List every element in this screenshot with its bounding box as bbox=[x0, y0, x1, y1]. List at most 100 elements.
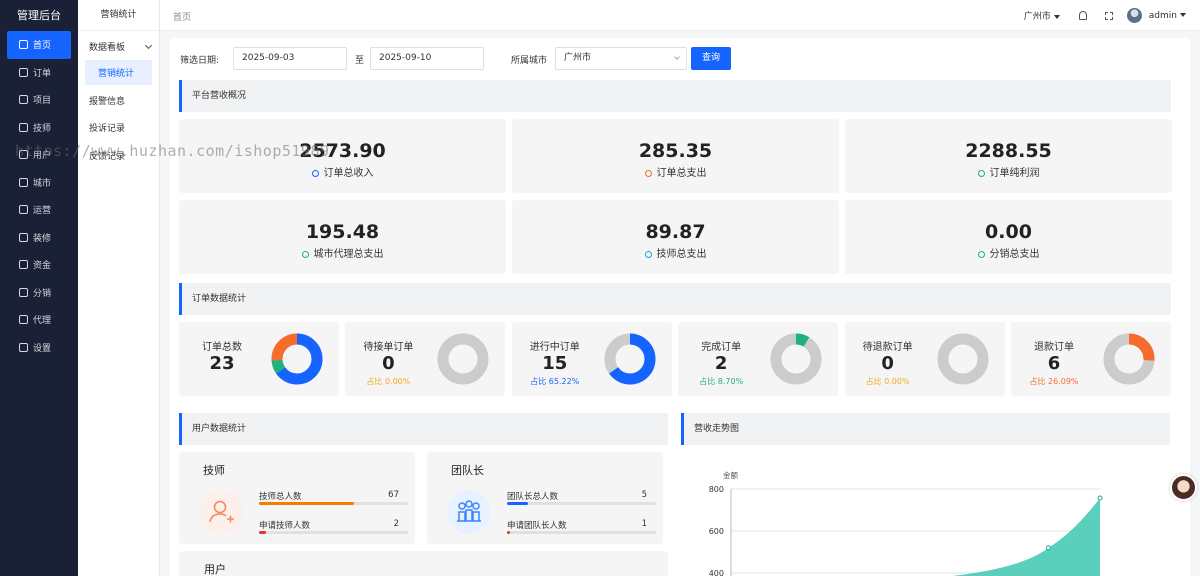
sidebar-item-label: 订单 bbox=[33, 68, 52, 79]
end-date-input[interactable]: 2025-09-10 bbox=[370, 47, 484, 70]
bell-icon[interactable] bbox=[1078, 11, 1087, 20]
order-stat-percent: 占比 26.09% bbox=[1029, 377, 1079, 386]
submenu-group-dashboard[interactable]: 数据看板 bbox=[78, 33, 159, 60]
revenue-stat-label: 订单总收入 bbox=[323, 168, 374, 179]
submenu: 营销统计 数据看板 营销统计 报警信息 投诉记录 反馈记录 bbox=[78, 0, 160, 576]
order-donut-chart bbox=[770, 333, 822, 385]
avatar[interactable] bbox=[1126, 8, 1142, 23]
circle-dot-icon bbox=[977, 169, 985, 177]
order-stat-percent: 占比 8.70% bbox=[699, 377, 744, 386]
order-stat-value: 2 bbox=[714, 353, 728, 374]
technician-total-bar bbox=[259, 502, 408, 505]
revenue-stat-value: 89.87 bbox=[645, 221, 706, 243]
sidebar-item-9[interactable]: 分销 bbox=[0, 279, 78, 307]
city-select[interactable]: 广州市 bbox=[555, 47, 687, 70]
query-button[interactable]: 查询 bbox=[691, 47, 731, 70]
order-donut-chart bbox=[271, 333, 323, 385]
chart-ylabel: 金额 bbox=[723, 470, 738, 480]
sidebar-item-1[interactable]: 订单 bbox=[0, 59, 78, 87]
sidebar-item-5[interactable]: 城市 bbox=[0, 169, 78, 197]
sidebar-item-3[interactable]: 技师 bbox=[0, 114, 78, 142]
order-stat-value: 0 bbox=[881, 353, 894, 374]
sidebar-item-11[interactable]: 设置 bbox=[0, 334, 78, 362]
operation-icon bbox=[19, 205, 28, 215]
donut-track bbox=[937, 333, 989, 385]
revenue-stat-label-row: 订单纯利润 bbox=[845, 164, 1172, 179]
revenue-stat-value: 285.35 bbox=[638, 140, 713, 162]
revenue-trend-chart: 金额 800 600 400 bbox=[709, 470, 1103, 576]
caret-down-icon bbox=[1180, 13, 1186, 17]
leader-title: 团队长 bbox=[451, 464, 484, 477]
donut-track bbox=[770, 333, 822, 385]
chart-ytick-label: 400 bbox=[709, 569, 724, 576]
submenu-item-0[interactable]: 营销统计 bbox=[85, 60, 152, 85]
trend-section-title: 营收走势图 bbox=[681, 413, 1170, 445]
circle-dot-icon bbox=[977, 250, 985, 258]
technician-total-label: 技师总人数 bbox=[259, 492, 302, 502]
user-menu[interactable]: admin bbox=[1149, 11, 1186, 21]
revenue-stat-label-row: 分销总支出 bbox=[845, 245, 1172, 260]
funds-icon bbox=[19, 260, 28, 270]
fullscreen-icon[interactable] bbox=[1104, 11, 1113, 20]
city-selector[interactable]: 广州市 bbox=[1024, 9, 1060, 22]
order-stat-label: 进行中订单 bbox=[529, 342, 580, 353]
circle-dot-icon bbox=[301, 250, 309, 258]
leader-stats-card: 团队长 团队长总人数 5 申请团队长人数 1 bbox=[427, 452, 663, 544]
order-stat-value: 15 bbox=[542, 353, 568, 374]
sidebar-item-6[interactable]: 运营 bbox=[0, 196, 78, 224]
chart-data-point bbox=[1097, 495, 1103, 501]
revenue-stat-label: 技师总支出 bbox=[656, 249, 707, 260]
order-stat-card: 待接单订单 0 占比 0.00% bbox=[345, 322, 506, 396]
order-stat-value: 23 bbox=[209, 353, 235, 374]
circle-dot-icon bbox=[311, 169, 319, 177]
sidebar-item-label: 技师 bbox=[33, 123, 52, 134]
leader-apply-bar bbox=[507, 531, 656, 534]
revenue-section-title: 平台营收概况 bbox=[179, 80, 1171, 112]
topbar: 首页 广州市 admin bbox=[160, 0, 1200, 31]
start-date-input[interactable]: 2025-09-03 bbox=[233, 47, 347, 70]
sidebar-item-10[interactable]: 代理 bbox=[0, 306, 78, 334]
sidebar-item-2[interactable]: 项目 bbox=[0, 86, 78, 114]
circle-dot-icon bbox=[644, 250, 652, 258]
order-stat-percent: 占比 65.22% bbox=[530, 377, 580, 386]
username: admin bbox=[1148, 10, 1177, 21]
order-stat-percent: 占比 0.00% bbox=[366, 377, 411, 386]
app-title: 管理后台 bbox=[17, 9, 61, 22]
home-icon bbox=[19, 40, 28, 50]
technician-title: 技师 bbox=[203, 464, 225, 477]
sidebar-item-0[interactable]: 首页 bbox=[7, 31, 71, 59]
revenue-stat-value: 2288.55 bbox=[965, 140, 1052, 162]
sidebar-item-label: 项目 bbox=[33, 96, 52, 107]
leader-apply-value: 1 bbox=[641, 519, 647, 529]
revenue-stat-value: 0.00 bbox=[985, 221, 1032, 243]
assistant-avatar-icon[interactable] bbox=[1170, 474, 1197, 501]
chevron-down-icon bbox=[674, 54, 680, 60]
distribution-icon bbox=[19, 287, 28, 297]
revenue-stat-label: 订单纯利润 bbox=[989, 168, 1040, 179]
city-selector-label: 广州市 bbox=[1023, 12, 1051, 22]
revenue-stat-label: 分销总支出 bbox=[989, 249, 1040, 260]
leader-total-label: 团队长总人数 bbox=[507, 492, 559, 502]
chart-ytick-label: 800 bbox=[709, 485, 724, 494]
order-stat-label: 完成订单 bbox=[701, 342, 742, 353]
revenue-stat-card: 285.35 订单总支出 bbox=[512, 119, 839, 193]
sidebar-item-7[interactable]: 装修 bbox=[0, 224, 78, 252]
order-stat-card: 待退款订单 0 占比 0.00% bbox=[844, 322, 1005, 396]
sidebar-item-label: 首页 bbox=[33, 41, 52, 52]
submenu-item-1[interactable]: 报警信息 bbox=[78, 88, 159, 113]
donut-track bbox=[437, 333, 489, 385]
decoration-icon bbox=[19, 232, 28, 242]
revenue-stat-label-row: 技师总支出 bbox=[512, 245, 839, 260]
revenue-stat-label-row: 订单总收入 bbox=[179, 164, 506, 179]
order-stat-label: 订单总数 bbox=[202, 342, 242, 353]
order-stat-label: 待退款订单 bbox=[862, 342, 913, 353]
date-filter-label: 筛选日期: bbox=[180, 55, 220, 66]
sidebar-item-8[interactable]: 资金 bbox=[0, 251, 78, 279]
order-stat-value: 6 bbox=[1047, 353, 1061, 374]
revenue-stat-label-row: 订单总支出 bbox=[512, 164, 839, 179]
order-stat-value: 0 bbox=[382, 353, 395, 374]
add-user-icon bbox=[199, 490, 243, 534]
breadcrumb[interactable]: 首页 bbox=[173, 10, 191, 23]
submenu-item-2[interactable]: 投诉记录 bbox=[78, 115, 159, 140]
chart-area-series bbox=[952, 498, 1100, 576]
